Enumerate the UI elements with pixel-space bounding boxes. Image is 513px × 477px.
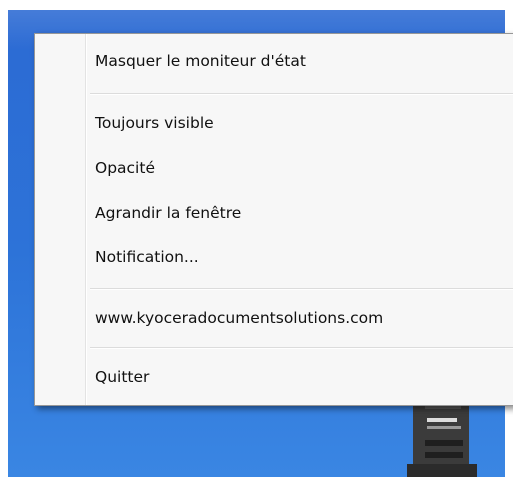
menu-item-hide-status-monitor[interactable]: Masquer le moniteur d'état — [95, 51, 306, 71]
menu-item-opacity[interactable]: Opacité — [95, 158, 155, 178]
menu-item-quit[interactable]: Quitter — [95, 367, 149, 387]
menu-item-website-link[interactable]: www.kyoceradocumentsolutions.com — [95, 308, 383, 328]
context-menu: Masquer le moniteur d'état Toujours visi… — [34, 33, 513, 406]
screenshot-canvas: Masquer le moniteur d'état Toujours visi… — [0, 0, 513, 477]
menu-separator — [90, 347, 513, 349]
menu-item-enlarge-window[interactable]: Agrandir la fenêtre — [95, 203, 241, 223]
menu-item-always-visible[interactable]: Toujours visible — [95, 113, 214, 133]
menu-separator — [90, 93, 513, 95]
menu-item-notification[interactable]: Notification... — [95, 247, 199, 267]
menu-separator — [90, 288, 513, 290]
menu-icon-gutter — [85, 34, 87, 405]
